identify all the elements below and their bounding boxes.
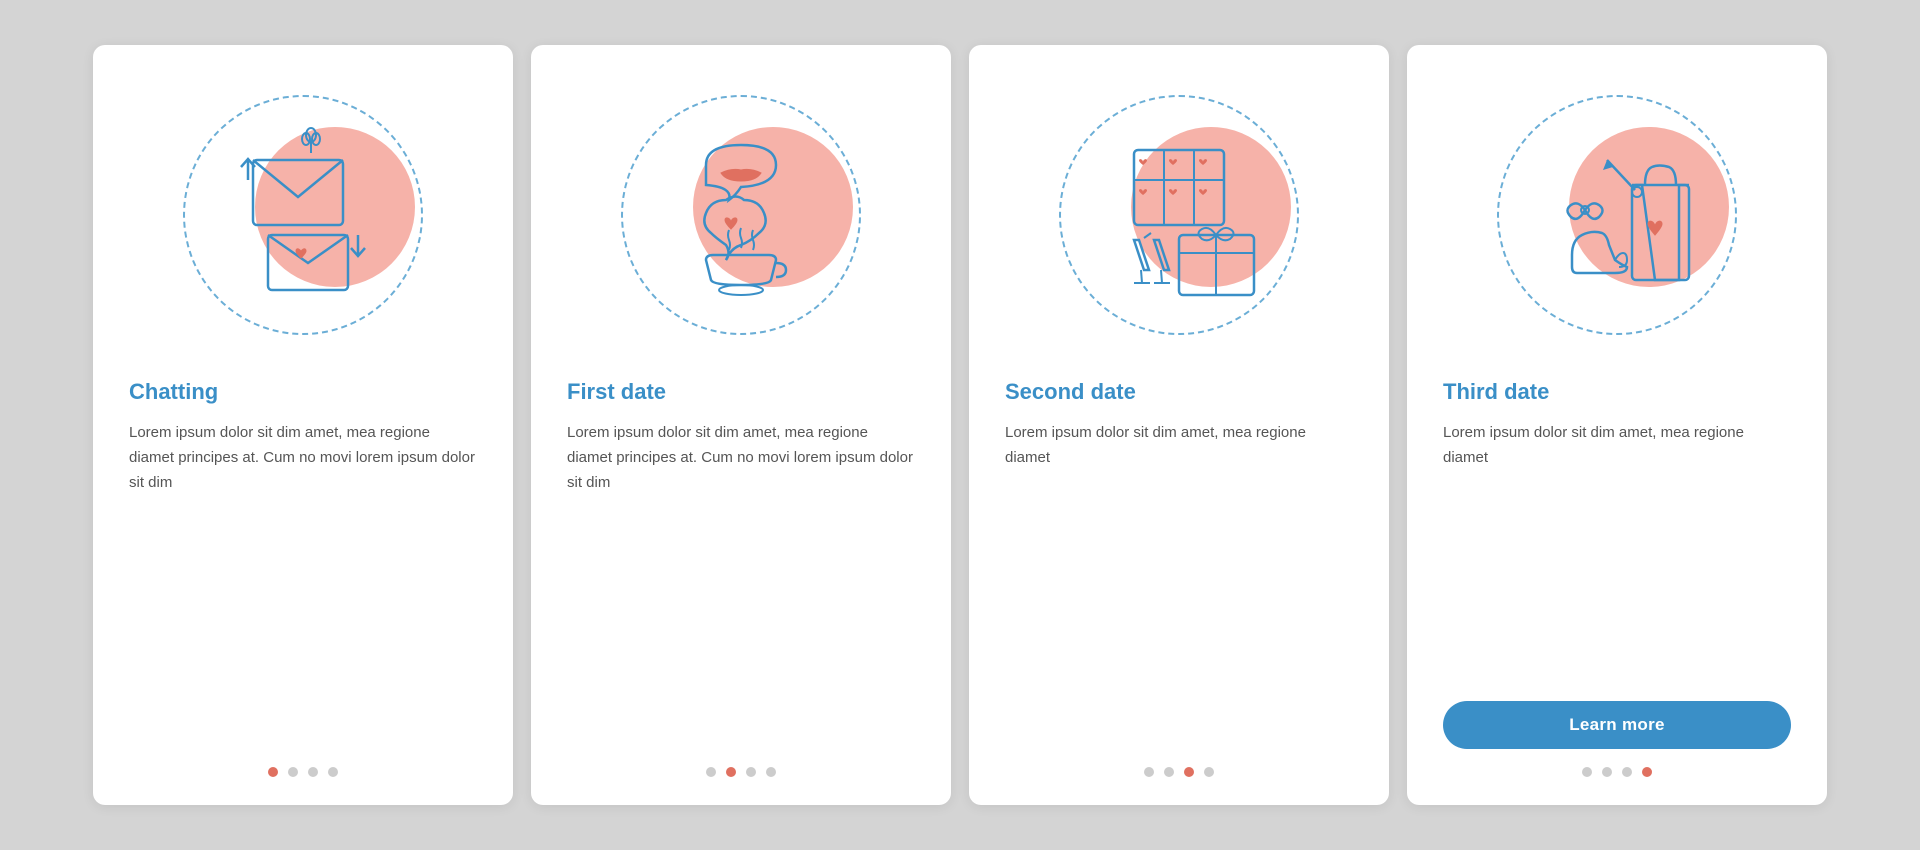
card-first-date: First date Lorem ipsum dolor sit dim ame… bbox=[531, 45, 951, 805]
dot-2 bbox=[288, 767, 298, 777]
learn-more-button[interactable]: Learn more bbox=[1443, 701, 1791, 749]
dot-3 bbox=[1184, 767, 1194, 777]
dot-2 bbox=[1164, 767, 1174, 777]
illustration-third-date bbox=[1477, 75, 1757, 355]
card-second-date-text: Lorem ipsum dolor sit dim amet, mea regi… bbox=[1005, 421, 1353, 749]
card-second-date: Second date Lorem ipsum dolor sit dim am… bbox=[969, 45, 1389, 805]
dot-2 bbox=[726, 767, 736, 777]
dot-3 bbox=[308, 767, 318, 777]
dot-1 bbox=[706, 767, 716, 777]
dot-3 bbox=[746, 767, 756, 777]
dot-4 bbox=[1642, 767, 1652, 777]
cards-container: Chatting Lorem ipsum dolor sit dim amet,… bbox=[53, 5, 1867, 845]
card-chatting-dots bbox=[268, 767, 338, 777]
card-third-date-title: Third date bbox=[1443, 379, 1791, 405]
card-chatting: Chatting Lorem ipsum dolor sit dim amet,… bbox=[93, 45, 513, 805]
card-chatting-title: Chatting bbox=[129, 379, 477, 405]
dot-1 bbox=[1144, 767, 1154, 777]
illustration-first-date bbox=[601, 75, 881, 355]
dot-3 bbox=[1622, 767, 1632, 777]
dot-4 bbox=[328, 767, 338, 777]
illustration-chatting bbox=[163, 75, 443, 355]
card-chatting-text: Lorem ipsum dolor sit dim amet, mea regi… bbox=[129, 421, 477, 749]
dot-2 bbox=[1602, 767, 1612, 777]
card-second-date-dots bbox=[1144, 767, 1214, 777]
card-first-date-dots bbox=[706, 767, 776, 777]
card-third-date: Third date Lorem ipsum dolor sit dim ame… bbox=[1407, 45, 1827, 805]
illustration-second-date bbox=[1039, 75, 1319, 355]
card-third-date-dots bbox=[1582, 767, 1652, 777]
dot-1 bbox=[268, 767, 278, 777]
card-second-date-title: Second date bbox=[1005, 379, 1353, 405]
card-first-date-text: Lorem ipsum dolor sit dim amet, mea regi… bbox=[567, 421, 915, 749]
card-third-date-text: Lorem ipsum dolor sit dim amet, mea regi… bbox=[1443, 421, 1791, 687]
dot-1 bbox=[1582, 767, 1592, 777]
dot-4 bbox=[766, 767, 776, 777]
card-first-date-title: First date bbox=[567, 379, 915, 405]
dot-4 bbox=[1204, 767, 1214, 777]
